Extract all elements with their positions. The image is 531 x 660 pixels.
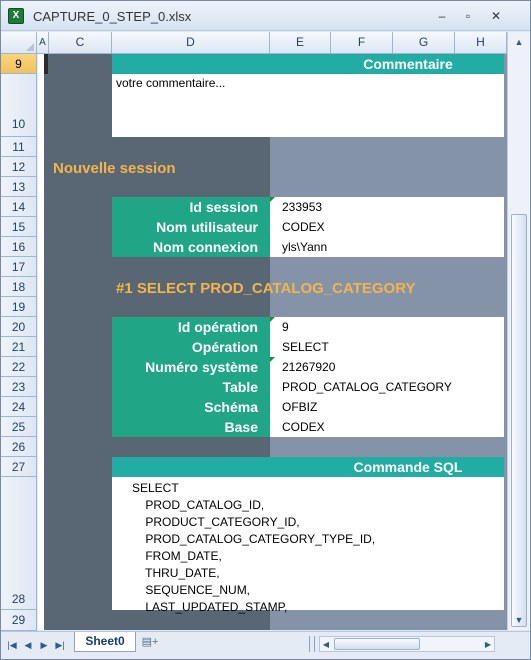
comment-text: votre commentaire... (116, 76, 226, 90)
column-header-g[interactable]: G (393, 32, 455, 53)
session-id-value[interactable]: 233953 (270, 197, 504, 217)
comment-header: Commentaire (112, 54, 504, 74)
horizontal-scroll-thumb[interactable] (334, 638, 420, 650)
active-cell-cursor[interactable] (44, 54, 48, 74)
scroll-right-arrow-icon[interactable]: ▶ (483, 640, 493, 650)
last-sheet-icon[interactable]: ▶| (55, 640, 65, 650)
sql-line: SELECT (132, 481, 179, 495)
next-sheet-icon[interactable]: ▶ (39, 640, 49, 650)
sql-line: PROD_CATALOG_CATEGORY_TYPE_ID, (132, 532, 376, 546)
row-header-22[interactable]: 22 (1, 357, 37, 377)
database-label: Base (112, 417, 270, 437)
row-header-21[interactable]: 21 (1, 337, 37, 357)
select-all-corner[interactable] (1, 32, 37, 53)
table-label: Table (112, 377, 270, 397)
user-name-value[interactable]: CODEX (270, 217, 504, 237)
worksheet-grid[interactable]: Commentaire votre commentaire... Nouvell… (38, 54, 507, 630)
row-header-29[interactable]: 29 (1, 610, 37, 631)
row-header-12[interactable]: 12 (1, 157, 37, 177)
row-header-14[interactable]: 14 (1, 197, 37, 217)
operation-id-label: Id opération (112, 317, 270, 337)
column-header-d[interactable]: D (112, 32, 270, 53)
cell-note-marker (270, 357, 275, 362)
sql-line: PRODUCT_CATEGORY_ID, (132, 515, 300, 529)
cell-note-marker (270, 197, 275, 202)
connection-name-label: Nom connexion (112, 237, 270, 257)
sql-line: PROD_CATALOG_ID, (132, 498, 265, 512)
row-header-25[interactable]: 25 (1, 417, 37, 437)
row-header-20[interactable]: 20 (1, 317, 37, 337)
maximize-button[interactable]: ▫ (457, 9, 479, 25)
sheet-tab-bar: |◀ ◀ ▶ ▶| Sheet0 ▤+ ◀ ▶ (1, 631, 530, 659)
system-number-value[interactable]: 21267920 (270, 357, 504, 377)
scroll-left-arrow-icon[interactable]: ◀ (321, 640, 331, 650)
window-title: CAPTURE_0_STEP_0.xlsx (33, 9, 192, 24)
table-value[interactable]: PROD_CATALOG_CATEGORY (270, 377, 504, 397)
scroll-up-arrow-icon[interactable]: ▲ (511, 34, 527, 50)
column-header-h[interactable]: H (455, 32, 507, 53)
column-header-e[interactable]: E (270, 32, 331, 53)
comment-box[interactable]: votre commentaire... (112, 74, 504, 137)
excel-window: X CAPTURE_0_STEP_0.xlsx – ▫ ✕ A C D E F … (0, 0, 531, 660)
row-header-23[interactable]: 23 (1, 377, 37, 397)
operation-id-value[interactable]: 9 (270, 317, 504, 337)
row-header-10[interactable]: 10 (1, 74, 37, 137)
row-header-15[interactable]: 15 (1, 217, 37, 237)
cell-note-marker (270, 317, 275, 322)
schema-value[interactable]: OFBIZ (270, 397, 504, 417)
column-header-f[interactable]: F (331, 32, 393, 53)
connection-name-value[interactable]: yls\Yann (270, 237, 504, 257)
tab-sheet0[interactable]: Sheet0 (74, 632, 136, 652)
session-id-label: Id session (112, 197, 270, 217)
title-bar: X CAPTURE_0_STEP_0.xlsx – ▫ ✕ (1, 1, 530, 31)
close-button[interactable]: ✕ (485, 9, 507, 25)
sql-line: SEQUENCE_NUM, (132, 583, 251, 597)
system-number-label: Numéro système (112, 357, 270, 377)
insert-sheet-icon[interactable]: ▤+ (139, 634, 161, 650)
row-header-18[interactable]: 18 (1, 277, 37, 297)
minimize-button[interactable]: – (431, 9, 453, 25)
column-header-a[interactable]: A (37, 32, 49, 53)
sql-header: Commande SQL (112, 457, 504, 477)
row-header-28[interactable]: 28 (1, 477, 37, 610)
sql-line: FROM_DATE, (132, 549, 222, 563)
row-header-16[interactable]: 16 (1, 237, 37, 257)
column-headers: A C D E F G H (1, 32, 507, 54)
session-heading: Nouvelle session (53, 160, 176, 177)
schema-label: Schéma (112, 397, 270, 417)
row-header-13[interactable]: 13 (1, 177, 37, 197)
column-header-c[interactable]: C (49, 32, 112, 53)
operation-value[interactable]: SELECT (270, 337, 504, 357)
row-header-19[interactable]: 19 (1, 297, 37, 317)
vertical-scroll-thumb[interactable] (511, 214, 527, 627)
row-header-11[interactable]: 11 (1, 137, 37, 157)
excel-icon: X (8, 8, 24, 24)
row-header-27[interactable]: 27 (1, 457, 37, 477)
tab-split-handle[interactable] (309, 636, 315, 652)
row-header-9[interactable]: 9 (1, 54, 37, 74)
user-name-label: Nom utilisateur (112, 217, 270, 237)
row-header-24[interactable]: 24 (1, 397, 37, 417)
row-header-17[interactable]: 17 (1, 257, 37, 277)
operation-label: Opération (112, 337, 270, 357)
column-a-strip (38, 54, 44, 630)
vertical-scrollbar[interactable]: ▲ ▼ (507, 32, 530, 630)
horizontal-scrollbar[interactable] (319, 636, 495, 652)
sql-line: LAST_UPDATED_STAMP, (132, 600, 288, 614)
sql-line: THRU_DATE, (132, 566, 220, 580)
first-sheet-icon[interactable]: |◀ (7, 640, 17, 650)
database-value[interactable]: CODEX (270, 417, 504, 437)
row-header-26[interactable]: 26 (1, 437, 37, 457)
prev-sheet-icon[interactable]: ◀ (23, 640, 33, 650)
scroll-down-arrow-icon[interactable]: ▼ (511, 612, 527, 628)
operation-heading: #1 SELECT PROD_CATALOG_CATEGORY (116, 280, 416, 297)
sql-box[interactable]: SELECT PROD_CATALOG_ID, PRODUCT_CATEGORY… (112, 477, 504, 614)
